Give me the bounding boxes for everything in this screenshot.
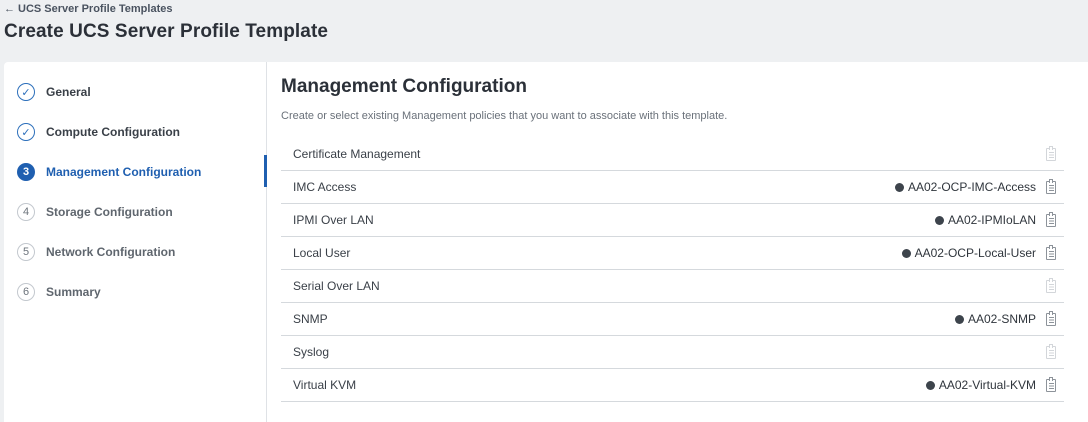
policy-value: AA02-OCP-Local-User xyxy=(914,246,1036,260)
policy-name: Syslog xyxy=(293,345,330,359)
section-title: Management Configuration xyxy=(281,76,527,97)
back-arrow-icon: ← xyxy=(4,3,15,15)
policy-row-snmp[interactable]: SNMP AA02-SNMP xyxy=(281,303,1064,336)
policy-name: IPMI Over LAN xyxy=(293,213,374,227)
wizard-steps: ✓ General ✓ Compute Configuration 3 Mana… xyxy=(4,62,267,422)
policy-name: Serial Over LAN xyxy=(293,279,380,293)
check-circle-icon xyxy=(894,182,904,192)
policy-value-link[interactable]: AA02-OCP-IMC-Access xyxy=(894,180,1036,194)
document-icon[interactable] xyxy=(1046,310,1056,326)
policy-row-syslog[interactable]: Syslog xyxy=(281,336,1064,369)
document-icon[interactable] xyxy=(1046,277,1056,293)
policy-row-serial-over-lan[interactable]: Serial Over LAN xyxy=(281,270,1064,303)
step-number-badge: 6 xyxy=(17,283,35,301)
step-label: Network Configuration xyxy=(46,245,176,259)
step-general[interactable]: ✓ General xyxy=(4,77,267,107)
policy-name: SNMP xyxy=(293,312,328,326)
document-icon[interactable] xyxy=(1046,244,1056,260)
step-storage-configuration[interactable]: 4 Storage Configuration xyxy=(4,197,267,227)
document-icon[interactable] xyxy=(1046,145,1056,161)
check-circle-icon xyxy=(925,380,935,390)
step-label: General xyxy=(46,85,91,99)
page-title: Create UCS Server Profile Template xyxy=(4,21,329,42)
step-label: Management Configuration xyxy=(46,165,202,179)
policy-row-local-user[interactable]: Local User AA02-OCP-Local-User xyxy=(281,237,1064,270)
policy-row-imc-access[interactable]: IMC Access AA02-OCP-IMC-Access xyxy=(281,171,1064,204)
step-summary[interactable]: 6 Summary xyxy=(4,277,267,307)
policy-row-certificate-management[interactable]: Certificate Management xyxy=(281,138,1064,171)
policy-value-link[interactable]: AA02-Virtual-KVM xyxy=(925,378,1036,392)
step-done-check-icon: ✓ xyxy=(17,83,35,101)
policy-value-link[interactable]: AA02-OCP-Local-User xyxy=(901,246,1036,260)
wizard-panel: ✓ General ✓ Compute Configuration 3 Mana… xyxy=(4,62,1088,422)
policy-value: AA02-OCP-IMC-Access xyxy=(907,180,1036,194)
policy-value-link[interactable]: AA02-IPMIoLAN xyxy=(934,213,1036,227)
step-number-badge: 3 xyxy=(17,163,35,181)
policy-value: AA02-Virtual-KVM xyxy=(938,378,1036,392)
page-header: ← UCS Server Profile Templates Create UC… xyxy=(0,0,1088,62)
document-icon[interactable] xyxy=(1046,376,1056,392)
step-compute-configuration[interactable]: ✓ Compute Configuration xyxy=(4,117,267,147)
policy-name: IMC Access xyxy=(293,180,357,194)
step-label: Storage Configuration xyxy=(46,205,173,219)
step-done-check-icon: ✓ xyxy=(17,123,35,141)
policy-value: AA02-IPMIoLAN xyxy=(947,213,1036,227)
management-configuration-section: Management Configuration Create or selec… xyxy=(281,62,1081,422)
document-icon[interactable] xyxy=(1046,211,1056,227)
back-link[interactable]: ← UCS Server Profile Templates xyxy=(4,3,172,15)
section-description: Create or select existing Management pol… xyxy=(281,110,728,122)
policy-name: Certificate Management xyxy=(293,147,421,161)
step-label: Compute Configuration xyxy=(46,125,180,139)
document-icon[interactable] xyxy=(1046,178,1056,194)
step-number-badge: 5 xyxy=(17,243,35,261)
document-icon[interactable] xyxy=(1046,343,1056,359)
step-network-configuration[interactable]: 5 Network Configuration xyxy=(4,237,267,267)
check-circle-icon xyxy=(954,314,964,324)
policy-name: Local User xyxy=(293,246,351,260)
check-circle-icon xyxy=(934,215,944,225)
step-label: Summary xyxy=(46,285,101,299)
policy-value-link[interactable]: AA02-SNMP xyxy=(954,312,1036,326)
step-number-badge: 4 xyxy=(17,203,35,221)
active-step-indicator xyxy=(264,155,267,187)
step-management-configuration[interactable]: 3 Management Configuration xyxy=(4,157,267,187)
check-circle-icon xyxy=(901,248,911,258)
policy-name: Virtual KVM xyxy=(293,378,357,392)
policy-row-ipmi-over-lan[interactable]: IPMI Over LAN AA02-IPMIoLAN xyxy=(281,204,1064,237)
back-link-label: UCS Server Profile Templates xyxy=(18,3,173,15)
policy-row-virtual-kvm[interactable]: Virtual KVM AA02-Virtual-KVM xyxy=(281,369,1064,402)
policy-value: AA02-SNMP xyxy=(967,312,1036,326)
